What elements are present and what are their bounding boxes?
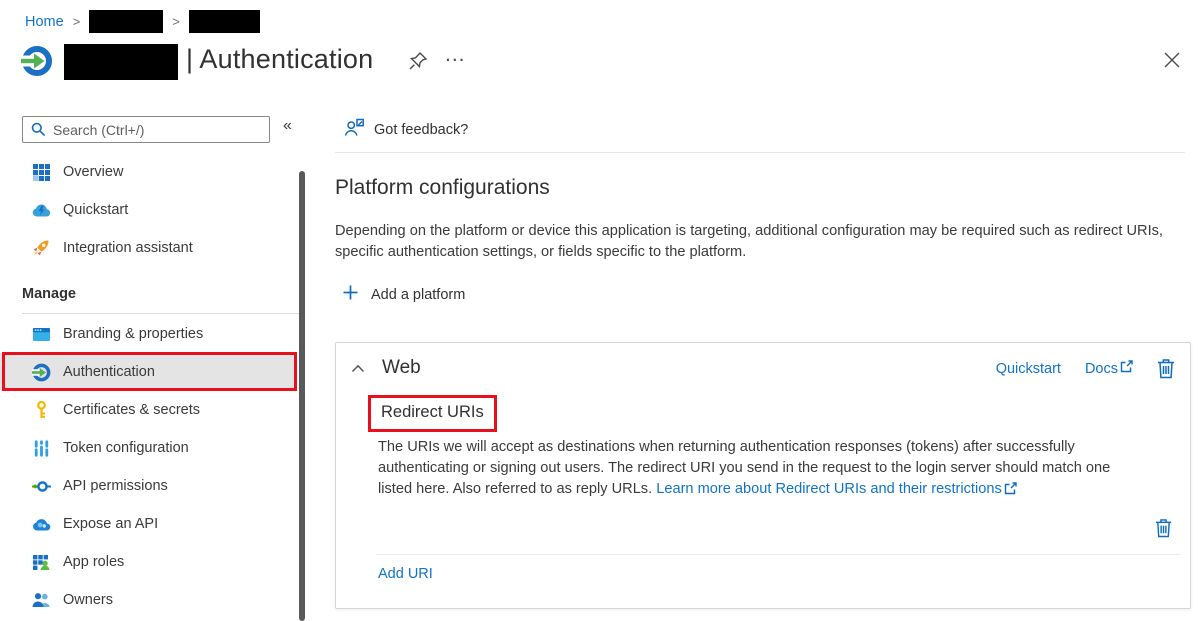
chevron-up-icon[interactable] [351, 364, 365, 373]
sidebar-item-label: Integration assistant [63, 240, 193, 256]
people-icon [30, 593, 52, 607]
web-platform-card: Web Quickstart Docs [335, 342, 1191, 609]
sidebar-item-overview[interactable]: Overview [0, 153, 297, 191]
redirect-uris-description: The URIs we will accept as destinations … [378, 437, 1144, 500]
redacted-app-name [64, 44, 178, 80]
add-platform-label: Add a platform [371, 287, 465, 303]
sidebar-item-label: Branding & properties [63, 326, 203, 342]
redacted-breadcrumb-item[interactable] [189, 10, 260, 33]
external-link-icon [1004, 482, 1017, 495]
add-platform-button[interactable]: Add a platform [343, 285, 465, 305]
sidebar-item-label: Overview [63, 164, 123, 180]
sidebar-search [22, 116, 270, 143]
sidebar-item-branding[interactable]: Branding & properties [0, 315, 297, 353]
quickstart-link[interactable]: Quickstart [996, 361, 1061, 377]
pin-icon[interactable] [407, 50, 429, 77]
search-icon [31, 122, 46, 142]
add-uri-link[interactable]: Add URI [378, 566, 433, 582]
platform-configurations-heading: Platform configurations [335, 176, 550, 200]
rocket-icon [30, 239, 52, 257]
sidebar-item-label: API permissions [63, 478, 168, 494]
annotation-box-redirect-uris: Redirect URIs [368, 395, 497, 432]
sidebar-scrollbar[interactable] [299, 171, 305, 621]
sidebar-item-label: Authentication [63, 364, 155, 380]
redirect-uris-heading: Redirect URIs [381, 403, 484, 421]
app-registration-icon [21, 45, 53, 82]
platform-configurations-description: Depending on the platform or device this… [335, 221, 1163, 263]
breadcrumb: Home > > [25, 10, 260, 33]
breadcrumb-home-link[interactable]: Home [25, 14, 64, 30]
azure-portal-page: Home > > | Authentication ... [0, 0, 1200, 621]
redacted-breadcrumb-item[interactable] [89, 10, 163, 33]
delete-platform-icon[interactable] [1157, 358, 1175, 379]
key-icon [30, 401, 52, 419]
web-card-title: Web [382, 357, 421, 379]
browser-icon [30, 328, 52, 341]
sidebar-item-label: Token configuration [63, 440, 189, 456]
breadcrumb-separator: > [73, 14, 81, 29]
auth-arrow-icon [30, 363, 52, 382]
sidebar-item-authentication[interactable]: Authentication [0, 353, 297, 391]
sidebar-item-token-configuration[interactable]: Token configuration [0, 429, 297, 467]
sidebar-item-label: Owners [63, 592, 113, 608]
feedback-icon [344, 118, 365, 142]
cloud-bolt-icon [30, 203, 52, 217]
cloud-icon [30, 518, 52, 531]
uri-row-divider [376, 554, 1181, 555]
docs-link[interactable]: Docs [1085, 360, 1133, 377]
sidebar-item-quickstart[interactable]: Quickstart [0, 191, 297, 229]
docs-link-label: Docs [1085, 361, 1118, 377]
sidebar-item-app-roles[interactable]: App roles [0, 543, 297, 581]
sidebar-item-certificates[interactable]: Certificates & secrets [0, 391, 297, 429]
plus-icon [343, 285, 358, 305]
sidebar-item-expose-api[interactable]: Expose an API [0, 505, 297, 543]
sidebar-section-manage: Manage [22, 286, 76, 302]
header-divider [335, 152, 1185, 153]
sidebar-collapse-button[interactable]: « [283, 117, 292, 135]
sidebar-item-integration-assistant[interactable]: Integration assistant [0, 229, 297, 267]
learn-more-link[interactable]: Learn more about Redirect URIs and their… [656, 481, 1017, 497]
sidebar-item-label: Certificates & secrets [63, 402, 200, 418]
sidebar-item-label: Expose an API [63, 516, 158, 532]
learn-more-label: Learn more about Redirect URIs and their… [656, 481, 1002, 497]
got-feedback-label: Got feedback? [374, 122, 468, 138]
sidebar-divider [22, 313, 300, 314]
sidebar-item-label: App roles [63, 554, 124, 570]
app-roles-icon [30, 554, 52, 570]
grid-icon [30, 164, 52, 181]
more-options-icon[interactable]: ... [445, 43, 466, 67]
close-icon[interactable] [1162, 50, 1182, 75]
breadcrumb-separator: > [172, 14, 180, 29]
api-icon [30, 480, 52, 493]
sidebar-item-label: Quickstart [63, 202, 128, 218]
delete-uri-icon[interactable] [1155, 518, 1172, 538]
external-link-icon [1120, 360, 1133, 377]
sliders-icon [30, 440, 52, 457]
search-input[interactable] [22, 116, 270, 143]
sidebar-item-api-permissions[interactable]: API permissions [0, 467, 297, 505]
page-title: | Authentication [186, 44, 373, 75]
sidebar-item-owners[interactable]: Owners [0, 581, 297, 619]
got-feedback-button[interactable]: Got feedback? [344, 118, 468, 142]
